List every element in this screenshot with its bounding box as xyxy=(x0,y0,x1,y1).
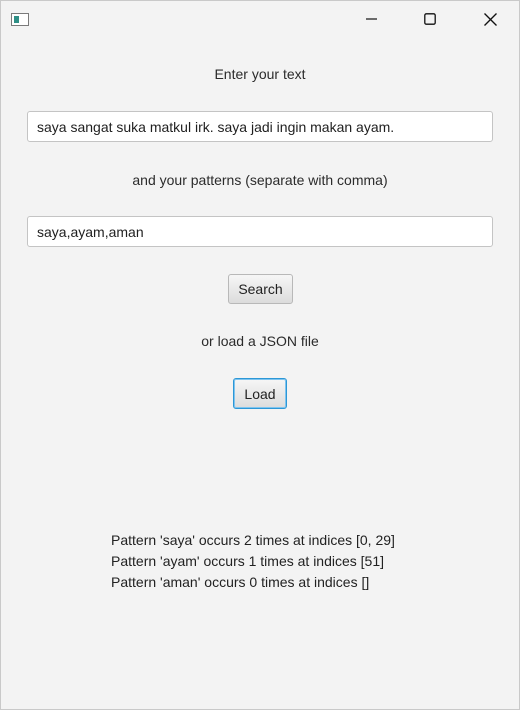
result-line-ayam: Pattern 'ayam' occurs 1 times at indices… xyxy=(111,553,385,569)
text-input[interactable] xyxy=(27,111,493,142)
patterns-label: and your patterns (separate with comma) xyxy=(132,172,388,188)
json-label: or load a JSON file xyxy=(201,333,319,349)
window-icon xyxy=(11,13,29,26)
close-icon xyxy=(483,12,497,26)
minimize-button[interactable] xyxy=(343,1,401,37)
maximize-button[interactable] xyxy=(401,1,459,37)
minimize-icon xyxy=(366,18,377,20)
result-line-aman: Pattern 'aman' occurs 0 times at indices… xyxy=(111,574,370,590)
text-label: Enter your text xyxy=(214,66,306,82)
patterns-input[interactable] xyxy=(27,216,493,247)
maximize-icon xyxy=(424,13,436,25)
close-button[interactable] xyxy=(461,1,519,37)
title-bar[interactable] xyxy=(1,1,519,37)
search-button[interactable]: Search xyxy=(228,274,293,304)
result-line-saya: Pattern 'saya' occurs 2 times at indices… xyxy=(111,532,395,548)
load-button[interactable]: Load xyxy=(233,378,287,409)
app-window: Enter your text and your patterns (separ… xyxy=(0,0,520,710)
results-output: Pattern 'saya' occurs 2 times at indices… xyxy=(111,530,395,593)
